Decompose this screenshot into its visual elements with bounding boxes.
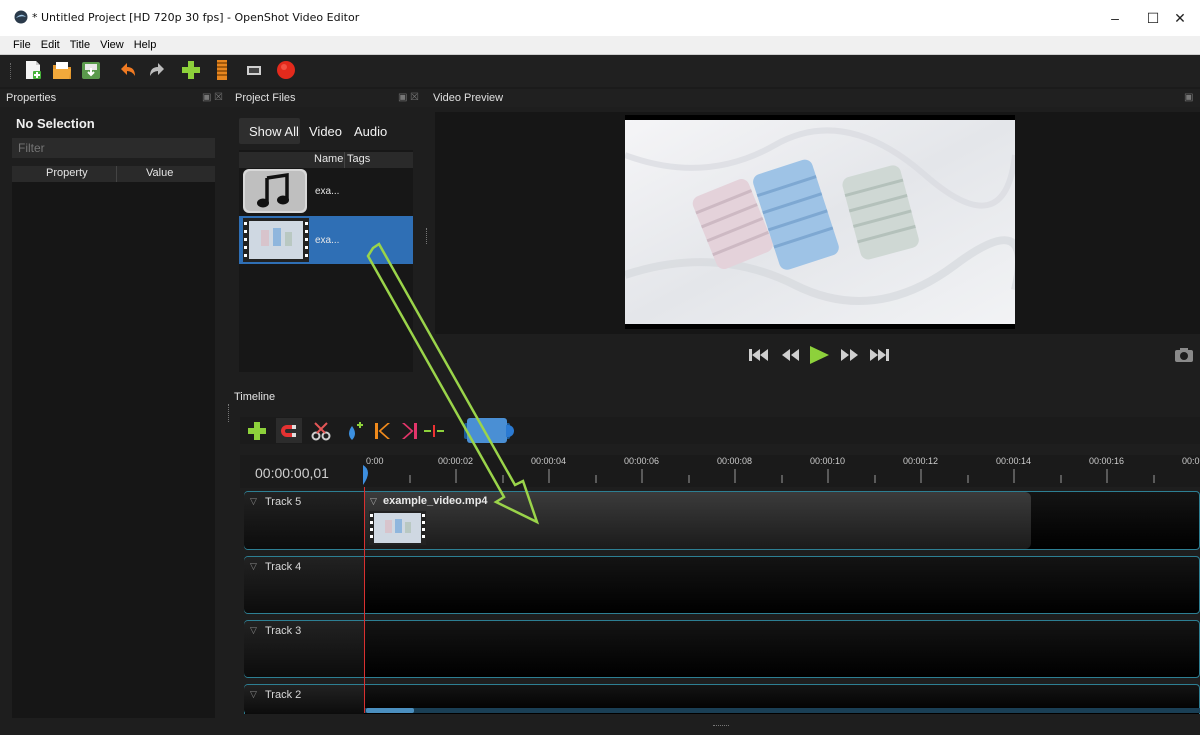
ruler-label: 00:00:08 — [717, 456, 753, 466]
properties-title: Properties — [6, 92, 57, 104]
timeline-scrollbar[interactable] — [364, 708, 1200, 713]
track-name: Track 2 — [265, 689, 302, 701]
menu-view[interactable]: View — [95, 36, 129, 54]
video-preview-title: Video Preview — [433, 92, 504, 104]
timecode-box: 00:00:00,01 — [240, 455, 363, 488]
menu-bar: File Edit Title View Help — [0, 36, 1200, 55]
snapping-magnet-icon[interactable] — [279, 421, 299, 441]
project-files-title: Project Files — [235, 92, 296, 104]
ruler-label: 00:00:06 — [624, 456, 660, 466]
track-collapse-icon[interactable]: ▽ — [250, 561, 257, 572]
current-time-display: 00:00:00,01 — [255, 465, 329, 481]
track-header[interactable]: ▽ Track 4 — [244, 557, 364, 613]
file-name: exa... — [315, 235, 340, 246]
ruler-label: 00:00:12 — [903, 456, 939, 466]
ruler-label: 00:00:16 — [1089, 456, 1125, 466]
track-header[interactable]: ▽ Track 3 — [244, 621, 364, 677]
track-header[interactable]: ▽ Track 2 — [244, 685, 364, 714]
file-name: exa... — [315, 186, 340, 197]
project-files-header: Name Tags — [239, 152, 413, 168]
new-project-icon[interactable] — [22, 59, 44, 81]
fast-forward-icon[interactable] — [839, 347, 861, 363]
value-column-header[interactable]: Value — [146, 167, 173, 179]
toolbar-grip[interactable] — [10, 63, 14, 79]
menu-help[interactable]: Help — [129, 36, 162, 54]
play-icon[interactable] — [808, 345, 830, 365]
video-thumbnail-icon — [243, 218, 309, 262]
razor-icon[interactable] — [310, 420, 332, 442]
playback-controls — [748, 345, 893, 365]
timeline-title: Timeline — [234, 391, 276, 403]
track-name: Track 4 — [265, 561, 302, 573]
title-bar: * Untitled Project [HD 720p 30 fps] - Op… — [0, 0, 1200, 36]
ruler-label: 00:0 — [1182, 456, 1200, 466]
video-image — [623, 120, 1023, 324]
dock-close-icon[interactable]: ☒ — [214, 89, 223, 107]
selection-label: No Selection — [16, 116, 95, 131]
timeline-scrollbar-thumb[interactable] — [366, 708, 414, 713]
tab-video[interactable]: Video — [309, 124, 342, 139]
dock-close-icon[interactable]: ☒ — [410, 89, 419, 107]
project-files-dock-header: Project Files ▣ ☒ — [230, 89, 430, 107]
property-column-header[interactable]: Property — [46, 167, 88, 179]
track-collapse-icon[interactable]: ▽ — [250, 496, 257, 507]
rewind-icon[interactable] — [779, 347, 801, 363]
properties-table — [12, 182, 215, 718]
track-collapse-icon[interactable]: ▽ — [250, 625, 257, 636]
ruler-label: 00:00:14 — [996, 456, 1032, 466]
track-header[interactable]: ▽ Track 5 — [244, 492, 364, 549]
open-project-icon[interactable] — [51, 59, 73, 81]
drag-arrow-icon — [366, 242, 540, 525]
camera-icon[interactable] — [1174, 347, 1194, 363]
track-row[interactable] — [244, 556, 1200, 614]
dock-float-icon[interactable]: ▣ — [398, 89, 407, 107]
choose-profile-icon[interactable] — [211, 59, 233, 81]
name-column-header[interactable]: Name — [314, 153, 343, 165]
properties-filter-input[interactable] — [12, 138, 215, 158]
column-divider — [116, 166, 117, 182]
dock-float-icon[interactable]: ▣ — [202, 89, 211, 107]
window-title: * Untitled Project [HD 720p 30 fps] - Op… — [32, 11, 360, 24]
jump-end-icon[interactable] — [868, 347, 890, 363]
splitter-handle[interactable] — [713, 725, 729, 728]
export-video-icon[interactable] — [275, 59, 297, 81]
menu-edit[interactable]: Edit — [36, 36, 65, 54]
video-preview-dock-header: Video Preview ▣ — [430, 89, 1200, 107]
video-frame — [623, 115, 1023, 329]
menu-file[interactable]: File — [0, 36, 36, 54]
tags-column-header[interactable]: Tags — [347, 153, 370, 165]
ruler-label: 00:00:10 — [810, 456, 846, 466]
add-track-icon[interactable] — [246, 420, 268, 442]
import-files-icon[interactable] — [180, 59, 202, 81]
music-note-icon — [243, 169, 307, 213]
menu-title[interactable]: Title — [65, 36, 95, 54]
track-name: Track 5 — [265, 496, 302, 508]
fullscreen-icon[interactable] — [243, 59, 265, 81]
file-row-audio[interactable]: exa... — [239, 168, 413, 214]
splitter-handle[interactable] — [228, 404, 231, 422]
undo-icon[interactable] — [117, 59, 139, 81]
properties-table-header: Property Value — [12, 166, 215, 182]
track-row[interactable] — [244, 620, 1200, 678]
tab-audio[interactable]: Audio — [354, 124, 387, 139]
close-button[interactable]: ✕ — [1160, 4, 1200, 32]
column-divider — [344, 152, 345, 168]
main-toolbar — [0, 55, 1200, 87]
openshot-logo-icon — [14, 10, 28, 24]
track-collapse-icon[interactable]: ▽ — [250, 689, 257, 700]
dock-float-icon[interactable]: ▣ — [1184, 89, 1193, 107]
tab-show-all[interactable]: Show All — [249, 124, 299, 139]
jump-start-icon[interactable] — [748, 347, 770, 363]
properties-dock-header: Properties ▣ ☒ — [0, 89, 230, 107]
redo-icon[interactable] — [146, 59, 168, 81]
save-project-icon[interactable] — [80, 59, 102, 81]
track-name: Track 3 — [265, 625, 302, 637]
add-marker-icon[interactable] — [344, 420, 366, 442]
